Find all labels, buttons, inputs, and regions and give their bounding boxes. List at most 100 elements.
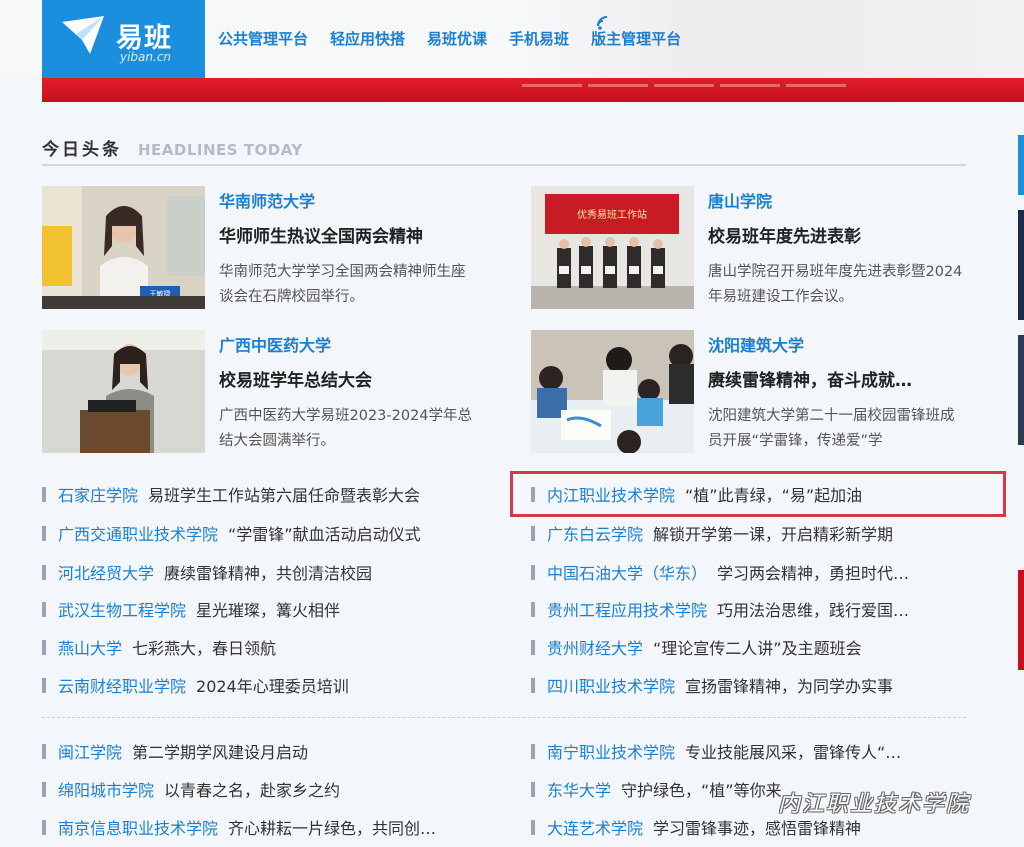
list-title-link[interactable]: 2024年心理委员培训 [196, 674, 349, 696]
list-school-link[interactable]: 广西交通职业技术学院 [58, 522, 218, 544]
watermark-text: 内江职业技术学院 [778, 792, 971, 817]
list-item[interactable]: 广西交通职业技术学院 “学雷锋”献血活动启动仪式 [42, 522, 482, 544]
list-title-link[interactable]: 星光璀璨，篝火相伴 [196, 598, 340, 620]
list-bullet [531, 525, 535, 541]
banner-text: 优秀易班工作站 [577, 208, 647, 221]
list-school-link[interactable]: 南宁职业技术学院 [547, 740, 675, 762]
list-school-link[interactable]: 贵州财经大学 [547, 636, 643, 658]
list-school-link[interactable]: 燕山大学 [58, 636, 122, 658]
section-title-cn: 今日头条 [42, 140, 122, 160]
list-school-link[interactable]: 中国石油大学（华东） [547, 561, 707, 583]
feature-card[interactable]: 王敏捷 华南师范大学 华师师生热议全国两会精神 华南师范大学学习全国两会精神师生… [42, 186, 492, 310]
list-title-link[interactable]: “学雷锋”献血活动启动仪式 [228, 522, 421, 544]
list-school-link[interactable]: 贵州工程应用技术学院 [547, 598, 707, 620]
list-school-link[interactable]: 云南财经职业学院 [58, 674, 186, 696]
nav-yiban-courses[interactable]: 易班优课 [427, 28, 487, 49]
list-item[interactable]: 中国石油大学（华东） 学习两会精神，勇担时代… [531, 561, 971, 583]
list-title-link[interactable]: 专业技能展风采，雷锋传人“… [685, 740, 901, 762]
list-title-link[interactable]: 七彩燕大，春日领航 [132, 636, 276, 658]
list-title-link[interactable]: 易班学生工作站第六届任命暨表彰大会 [148, 483, 420, 505]
list-title-link[interactable]: 巧用法治思维，践行爱国… [717, 598, 909, 620]
list-school-link[interactable]: 南京信息职业技术学院 [58, 816, 218, 838]
list-bullet [42, 819, 46, 835]
list-item[interactable]: 燕山大学 七彩燕大，春日领航 [42, 636, 482, 658]
side-panel-edge [1018, 570, 1024, 670]
list-bullet [42, 564, 46, 580]
list-item[interactable]: 石家庄学院 易班学生工作站第六届任命暨表彰大会 [42, 483, 482, 505]
list-bullet [531, 601, 535, 617]
list-bullet [531, 743, 535, 759]
list-title-link[interactable]: 守护绿色，“植”等你来 [621, 778, 782, 800]
headlines-section-title: 今日头条 HEADLINES TODAY [42, 135, 303, 160]
list-bullet [42, 639, 46, 655]
list-item[interactable]: 南宁职业技术学院 专业技能展风采，雷锋传人“… [531, 740, 971, 762]
list-school-link[interactable]: 绵阳城市学院 [58, 778, 154, 800]
nav-mobile-yiban[interactable]: 手机易班 [509, 28, 569, 49]
list-school-link[interactable]: 河北经贸大学 [58, 561, 154, 583]
list-school-link[interactable]: 石家庄学院 [58, 483, 138, 505]
list-school-link[interactable]: 东华大学 [547, 778, 611, 800]
list-item[interactable]: 贵州工程应用技术学院 巧用法治思维，践行爱国… [531, 598, 971, 620]
list-item[interactable]: 云南财经职业学院 2024年心理委员培训 [42, 674, 482, 696]
feature-summary: 唐山学院召开易班年度先进表彰暨2024年易班建设工作会议。 [708, 264, 963, 305]
feature-headline[interactable]: 华师师生热议全国两会精神 [219, 222, 489, 247]
feature-photo-award-ceremony[interactable]: 优秀易班工作站 [531, 186, 694, 309]
list-school-link[interactable]: 闽江学院 [58, 740, 122, 762]
feature-headline[interactable]: 赓续雷锋精神，奋斗成就… [708, 366, 978, 391]
feature-school-link[interactable]: 沈阳建筑大学 [708, 332, 804, 356]
list-bullet [531, 677, 535, 693]
feature-school-link[interactable]: 广西中医药大学 [219, 332, 331, 356]
list-bullet [42, 677, 46, 693]
feature-summary: 华南师范大学学习全国两会精神师生座谈会在石牌校园举行。 [219, 264, 466, 305]
list-item[interactable]: 绵阳城市学院 以青春之名，赴家乡之约 [42, 778, 482, 800]
side-panel-edge [1018, 335, 1024, 445]
list-title-link[interactable]: “理论宣传二人讲”及主题班会 [653, 636, 862, 658]
nav-light-app-builder[interactable]: 轻应用快搭 [330, 28, 405, 49]
list-bullet [42, 781, 46, 797]
list-item[interactable]: 四川职业技术学院 宣扬雷锋精神，为同学办实事 [531, 674, 971, 696]
list-school-link[interactable]: 广东白云学院 [547, 522, 643, 544]
feature-headline[interactable]: 校易班年度先进表彰 [708, 222, 978, 247]
feature-card[interactable]: 广西中医药大学 校易班学年总结大会 广西中医药大学易班2023-2024学年总结… [42, 330, 492, 454]
list-item[interactable]: 南京信息职业技术学院 齐心耕耘一片绿色，共同创… [42, 816, 482, 838]
side-panel-edge [1018, 135, 1024, 195]
list-title-link[interactable]: 宣扬雷锋精神，为同学办实事 [685, 674, 893, 696]
feature-photo-podium[interactable] [42, 330, 205, 453]
list-dashed-divider [42, 717, 966, 718]
list-item[interactable]: 广东白云学院 解锁开学第一课，开启精彩新学期 [531, 522, 971, 544]
list-item[interactable]: 贵州财经大学 “理论宣传二人讲”及主题班会 [531, 636, 971, 658]
list-item[interactable]: 大连艺术学院 学习雷锋事迹，感悟雷锋精神 [531, 816, 971, 838]
top-header: 易班 yiban.cn 公共管理平台 轻应用快搭 易班优课 手机易班 版主管理平… [0, 0, 1024, 78]
list-title-link[interactable]: 第二学期学风建设月启动 [132, 740, 308, 762]
list-item[interactable]: 闽江学院 第二学期学风建设月启动 [42, 740, 482, 762]
yiban-logo[interactable]: 易班 yiban.cn [42, 0, 205, 78]
list-title-link[interactable]: 学习两会精神，勇担时代… [717, 561, 909, 583]
yiban-logo-icon [62, 16, 104, 54]
list-item[interactable]: 河北经贸大学 赓续雷锋精神，共创清洁校园 [42, 561, 482, 583]
feature-card[interactable]: 沈阳建筑大学 赓续雷锋精神，奋斗成就… 沈阳建筑大学第二十一届校园雷锋班成员开展… [531, 330, 981, 454]
list-school-link[interactable]: 四川职业技术学院 [547, 674, 675, 696]
feature-card[interactable]: 优秀易班工作站 唐山学院 校易班年度先进表彰 唐山学院召开易班年度先进表彰暨20… [531, 186, 981, 310]
list-bullet [531, 781, 535, 797]
list-school-link[interactable]: 大连艺术学院 [547, 816, 643, 838]
list-title-link[interactable]: 赓续雷锋精神，共创清洁校园 [164, 561, 372, 583]
feature-photo-children-drawing[interactable] [531, 330, 694, 453]
logo-subtext: yiban.cn [120, 50, 172, 64]
list-bullet [531, 639, 535, 655]
section-divider [42, 164, 966, 166]
list-item[interactable]: 武汉生物工程学院 星光璀璨，篝火相伴 [42, 598, 482, 620]
list-title-link[interactable]: 齐心耕耘一片绿色，共同创… [228, 816, 436, 838]
nav-public-management[interactable]: 公共管理平台 [218, 28, 308, 49]
feature-photo-speaker[interactable]: 王敏捷 [42, 186, 205, 309]
list-title-link[interactable]: 以青春之名，赴家乡之约 [164, 778, 340, 800]
list-bullet [42, 525, 46, 541]
highlight-annotation-box [510, 471, 1006, 517]
list-school-link[interactable]: 武汉生物工程学院 [58, 598, 186, 620]
feature-summary: 广西中医药大学易班2023-2024学年总结大会圆满举行。 [219, 408, 473, 449]
feature-school-link[interactable]: 华南师范大学 [219, 188, 315, 212]
list-title-link[interactable]: 学习雷锋事迹，感悟雷锋精神 [653, 816, 861, 838]
feature-headline[interactable]: 校易班学年总结大会 [219, 366, 489, 391]
feature-school-link[interactable]: 唐山学院 [708, 188, 772, 212]
wireless-signal-icon [597, 16, 608, 30]
list-title-link[interactable]: 解锁开学第一课，开启精彩新学期 [653, 522, 893, 544]
